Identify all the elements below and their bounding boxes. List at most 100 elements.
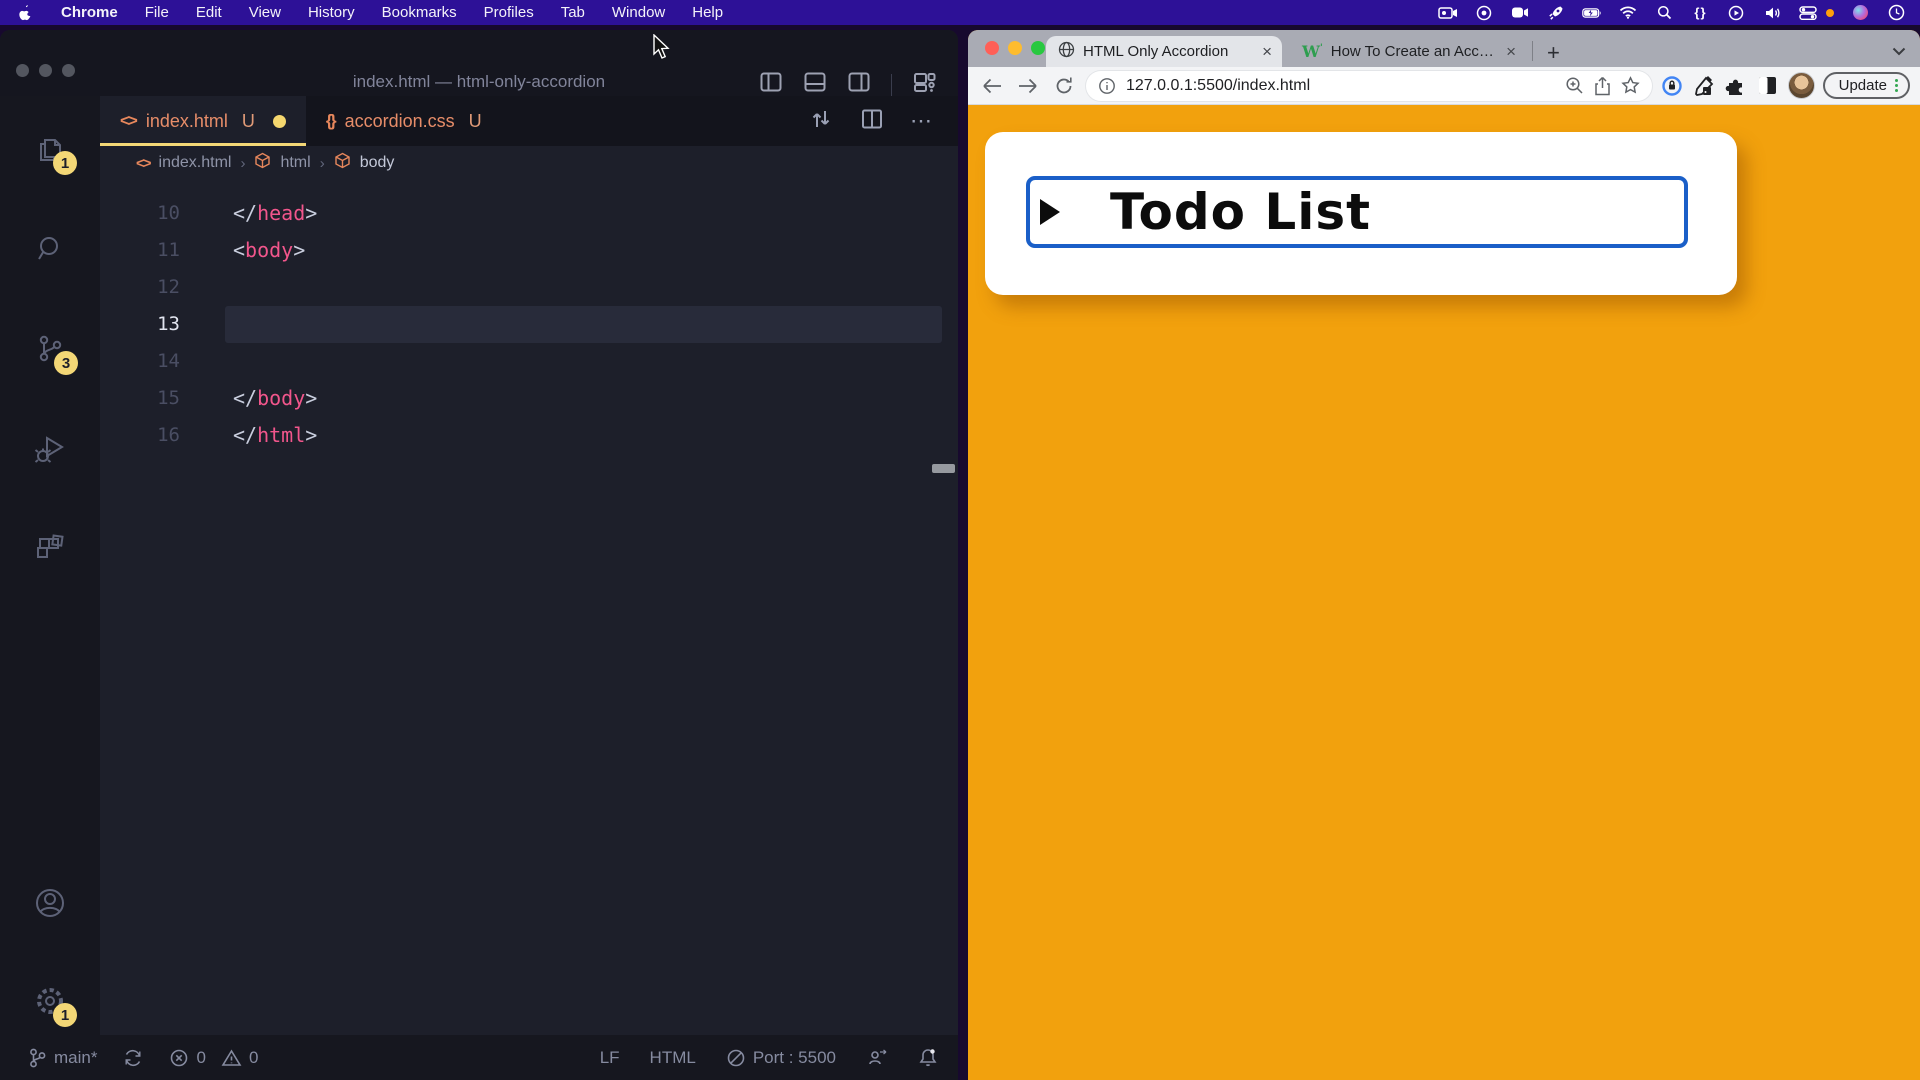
toggle-secondary-sidebar-icon[interactable]	[847, 70, 871, 99]
reload-icon[interactable]	[1050, 72, 1078, 100]
vscode-activity-bar: 1 3 1	[0, 96, 100, 1035]
zoom-page-icon[interactable]	[1565, 76, 1584, 95]
rocket-icon[interactable]	[1546, 4, 1566, 22]
volume-icon[interactable]	[1762, 4, 1782, 22]
close-tab-icon[interactable]: ×	[1506, 43, 1516, 60]
breadcrumb-html[interactable]: html	[280, 154, 310, 172]
html-file-icon: <>	[120, 111, 136, 131]
video-camera-icon[interactable]	[1510, 4, 1530, 22]
source-control-icon[interactable]: 3	[31, 330, 69, 368]
eol-indicator[interactable]: LF	[600, 1048, 620, 1068]
zoom-window-button[interactable]	[1031, 41, 1045, 55]
close-window-button[interactable]	[985, 41, 999, 55]
tab-accordion-css[interactable]: { } accordion.css U	[306, 96, 502, 146]
breadcrumb-file[interactable]: index.html	[159, 154, 232, 172]
toggle-panel-icon[interactable]	[803, 70, 827, 99]
status-dot	[1826, 9, 1834, 17]
code-line-14[interactable]: 14	[100, 343, 958, 380]
menu-item-bookmarks[interactable]: Bookmarks	[382, 4, 457, 21]
close-tab-icon[interactable]: ×	[1262, 43, 1272, 60]
braces-icon[interactable]: { }	[1690, 4, 1710, 22]
split-editor-icon[interactable]	[860, 107, 884, 136]
control-center-icon[interactable]	[1798, 4, 1818, 22]
clock-icon[interactable]	[1886, 4, 1906, 22]
tab-html-only-accordion[interactable]: HTML Only Accordion ×	[1046, 36, 1282, 67]
menu-item-window[interactable]: Window	[612, 4, 665, 21]
menu-item-tab[interactable]: Tab	[561, 4, 585, 21]
problems-indicator[interactable]: 0 0	[169, 1048, 258, 1068]
update-chrome-button[interactable]: Update	[1823, 72, 1910, 99]
more-actions-icon[interactable]: ⋯	[910, 108, 934, 134]
code-line-13[interactable]: 13	[100, 306, 958, 343]
extension-dark-reader-icon[interactable]	[1756, 74, 1780, 98]
battery-icon[interactable]	[1582, 4, 1602, 22]
menu-item-edit[interactable]: Edit	[196, 4, 222, 21]
live-share-icon[interactable]	[866, 1048, 888, 1068]
git-branch-indicator[interactable]: main*	[28, 1047, 97, 1069]
search-icon[interactable]	[1654, 4, 1674, 22]
siri-icon[interactable]	[1850, 4, 1870, 22]
extension-shield-icon[interactable]	[1660, 74, 1684, 98]
code-line-16[interactable]: 16</html>	[100, 417, 958, 454]
search-sidebar-icon[interactable]	[31, 230, 69, 268]
run-debug-icon[interactable]	[31, 430, 69, 468]
menu-item-file[interactable]: File	[145, 4, 169, 21]
live-server-port[interactable]: Port : 5500	[726, 1048, 836, 1068]
site-info-icon[interactable]	[1098, 77, 1116, 95]
menu-item-profiles[interactable]: Profiles	[484, 4, 534, 21]
code-line-10[interactable]: 10</head>	[100, 195, 958, 232]
desktop: Chrome File Edit View History Bookmarks Profil…	[0, 0, 1920, 1080]
breadcrumb-body[interactable]: body	[360, 154, 395, 172]
back-icon[interactable]	[978, 72, 1006, 100]
settings-gear-icon[interactable]: 1	[31, 982, 69, 1020]
code-line-15[interactable]: 15</body>	[100, 380, 958, 417]
scrollbar-marker[interactable]	[932, 464, 955, 473]
menu-item-view[interactable]: View	[249, 4, 281, 21]
line-number: 14	[100, 343, 180, 380]
language-mode-indicator[interactable]: HTML	[650, 1048, 696, 1068]
extensions-icon[interactable]	[31, 530, 69, 568]
notifications-bell-icon[interactable]	[918, 1047, 938, 1068]
browser-menu-icon[interactable]	[1895, 79, 1898, 92]
minimize-window-button[interactable]	[1008, 41, 1022, 55]
chrome-window: HTML Only Accordion × W' How To Create a…	[968, 30, 1920, 1080]
extension-eyedropper-icon[interactable]	[1692, 74, 1716, 98]
sync-changes-button[interactable]	[123, 1048, 143, 1068]
vscode-window: index.html — html-only-accordion 1	[0, 30, 958, 1080]
explorer-icon[interactable]: 1	[31, 131, 69, 169]
tab-how-to-create-accordion[interactable]: W' How To Create an Accordion ×	[1290, 36, 1526, 67]
menu-item-help[interactable]: Help	[692, 4, 723, 21]
code-line-12[interactable]: 12	[100, 269, 958, 306]
open-changes-icon[interactable]	[808, 106, 834, 137]
extensions-puzzle-icon[interactable]	[1724, 74, 1748, 98]
url-text[interactable]: 127.0.0.1:5500/index.html	[1126, 77, 1555, 95]
tab-search-chevron-icon[interactable]	[1892, 43, 1906, 61]
menu-item-chrome[interactable]: Chrome	[61, 4, 118, 21]
apple-logo-icon[interactable]	[14, 4, 34, 22]
css-file-icon: { }	[326, 111, 335, 131]
screen-record-icon[interactable]	[1438, 4, 1458, 22]
code-editor[interactable]: 10</head>11<body>12131415</body>16</html…	[100, 180, 958, 1035]
editor-tab-bar: <> index.html U { } accordion.css U ⋯	[100, 96, 958, 146]
share-icon[interactable]	[1594, 76, 1611, 96]
warning-count: 0	[249, 1048, 258, 1068]
forward-icon[interactable]	[1014, 72, 1042, 100]
new-tab-button[interactable]: +	[1539, 42, 1568, 64]
bookmark-star-icon[interactable]	[1621, 76, 1640, 95]
profile-avatar[interactable]	[1788, 72, 1815, 99]
menu-item-history[interactable]: History	[308, 4, 355, 21]
git-status-untracked: U	[469, 111, 482, 132]
play-circle-icon[interactable]	[1726, 4, 1746, 22]
vscode-title-bar[interactable]: index.html — html-only-accordion	[0, 30, 958, 96]
code-line-11[interactable]: 11<body>	[100, 232, 958, 269]
unsaved-dot-icon[interactable]	[273, 115, 286, 128]
wifi-icon[interactable]	[1618, 4, 1638, 22]
details-marker-icon[interactable]	[1040, 199, 1060, 225]
record-icon[interactable]	[1474, 4, 1494, 22]
tab-title: HTML Only Accordion	[1083, 43, 1254, 60]
tab-index-html[interactable]: <> index.html U	[100, 96, 306, 146]
account-icon[interactable]	[31, 884, 69, 922]
address-bar[interactable]: 127.0.0.1:5500/index.html	[1086, 71, 1652, 101]
accordion-summary[interactable]: Todo List	[1026, 176, 1688, 248]
toggle-primary-sidebar-icon[interactable]	[759, 70, 783, 99]
